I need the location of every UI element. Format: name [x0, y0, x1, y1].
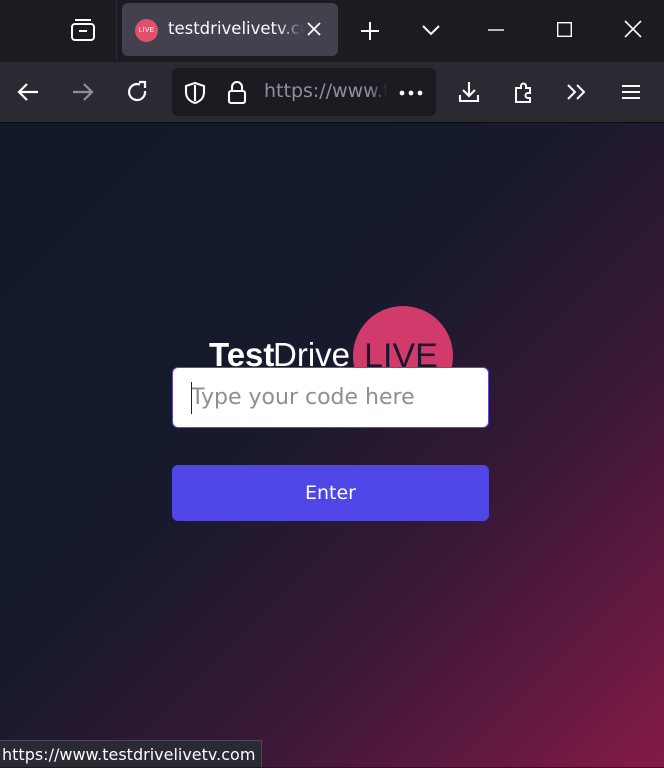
tab-title: testdrivelivetv.com	[168, 19, 304, 38]
minimize-icon[interactable]	[480, 14, 512, 46]
page-content: Test Drive LIVE	[0, 123, 664, 767]
navigation-toolbar: https://www.testdrivelivetv.com	[0, 62, 664, 123]
double-chevron-icon[interactable]	[561, 76, 593, 108]
more-icon[interactable]	[396, 78, 426, 108]
close-icon[interactable]	[302, 17, 326, 41]
lock-icon[interactable]	[222, 78, 252, 108]
reload-icon[interactable]	[121, 76, 153, 108]
site-favicon: LIVE	[135, 19, 158, 42]
maximize-icon[interactable]	[548, 13, 580, 45]
url-text[interactable]: https://www.testdrivelivetv.com	[264, 80, 388, 104]
enter-button[interactable]: Enter	[172, 465, 489, 521]
code-input[interactable]	[172, 367, 489, 428]
text-cursor	[191, 382, 192, 414]
plus-icon[interactable]	[354, 15, 386, 47]
shield-icon[interactable]	[180, 78, 210, 108]
url-bar[interactable]: https://www.testdrivelivetv.com	[172, 68, 436, 116]
hamburger-menu-icon[interactable]	[615, 76, 647, 108]
active-tab[interactable]: LIVE testdrivelivetv.com	[122, 3, 338, 56]
tab-strip: LIVE testdrivelivetv.com	[0, 0, 664, 62]
download-icon[interactable]	[453, 76, 485, 108]
status-bar-url: https://www.testdrivelivetv.com	[0, 740, 263, 767]
back-arrow-icon[interactable]	[12, 76, 44, 108]
puzzle-icon[interactable]	[508, 76, 540, 108]
tab-overview-icon[interactable]	[66, 14, 100, 46]
close-window-icon[interactable]	[617, 13, 649, 45]
forward-arrow-icon[interactable]	[67, 76, 99, 108]
chevron-down-icon[interactable]	[415, 14, 447, 46]
